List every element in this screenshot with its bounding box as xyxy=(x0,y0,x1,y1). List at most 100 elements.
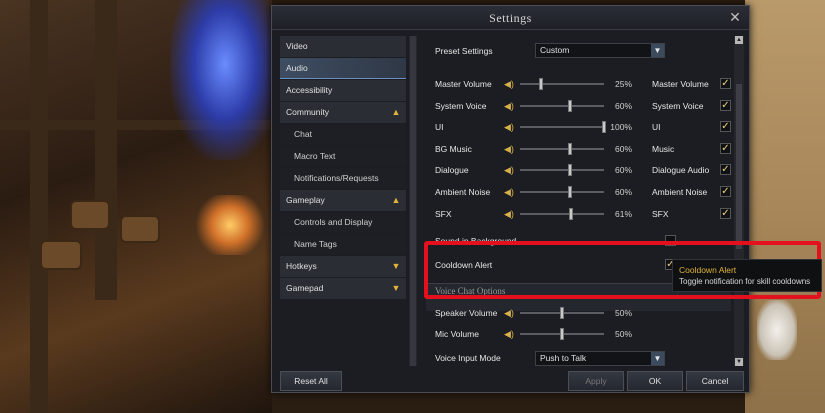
nav-item-community[interactable]: Community ▲ xyxy=(280,102,406,123)
volume-label: Dialogue xyxy=(435,165,469,176)
volume-value: 60% xyxy=(614,187,632,197)
preset-label: Preset Settings xyxy=(435,46,493,56)
speaker-icon[interactable]: ◀) xyxy=(504,144,516,154)
mute-checkbox[interactable]: ✓ xyxy=(720,142,731,154)
speaker-volume-row: Speaker Volume ◀) 50% xyxy=(427,304,732,322)
volume-value: 60% xyxy=(614,143,632,154)
slider-handle[interactable] xyxy=(560,328,564,340)
volume-slider[interactable] xyxy=(520,142,604,155)
nav-item-audio[interactable]: Audio xyxy=(280,58,406,79)
preset-select[interactable]: Custom ▼ xyxy=(535,43,665,58)
nav-item-label: Chat xyxy=(294,129,312,139)
speaker-volume-value: 50% xyxy=(614,308,632,318)
slider-handle[interactable] xyxy=(569,207,574,220)
mute-option-label: Music xyxy=(652,143,675,154)
portal-glow xyxy=(170,0,280,160)
volume-slider[interactable] xyxy=(520,186,604,198)
fire-glow xyxy=(195,195,265,255)
slider-handle[interactable] xyxy=(568,186,573,198)
nav-item-hotkeys[interactable]: Hotkeys ▼ xyxy=(280,256,406,277)
scene-right xyxy=(745,0,825,413)
cancel-button[interactable]: Cancel xyxy=(686,371,744,391)
chevron-down-icon[interactable]: ▼ xyxy=(390,282,402,294)
mute-checkbox[interactable]: ✓ xyxy=(720,121,731,133)
nav-item-label: Macro Text xyxy=(294,151,336,161)
nav-scrollbar[interactable] xyxy=(409,36,417,366)
reset-all-button[interactable]: Reset All xyxy=(280,371,342,391)
slider-handle[interactable] xyxy=(568,142,573,155)
volume-row: UI ◀) 100% UI ✓ xyxy=(427,118,732,136)
nav-item-gamepad[interactable]: Gamepad ▼ xyxy=(280,278,406,299)
close-icon[interactable]: ✕ xyxy=(727,9,743,25)
tooltip-description: Toggle notification for skill cooldowns xyxy=(679,277,811,286)
slider-handle[interactable] xyxy=(568,99,573,112)
volume-label: BG Music xyxy=(435,143,472,154)
mute-checkbox[interactable]: ✓ xyxy=(720,78,731,89)
mic-volume-row: Mic Volume ◀) 50% xyxy=(427,325,732,343)
volume-slider[interactable] xyxy=(520,207,604,220)
tooltip-title: Cooldown Alert xyxy=(679,265,737,275)
apply-button[interactable]: Apply xyxy=(568,371,624,391)
slider-handle[interactable] xyxy=(568,164,573,177)
mute-option-label: UI xyxy=(652,122,661,133)
volume-row: SFX ◀) 61% SFX ✓ xyxy=(427,205,732,223)
volume-label: Master Volume xyxy=(435,79,492,89)
voice-input-mode-select[interactable]: Push to Talk ▼ xyxy=(535,351,665,366)
scroll-thumb[interactable] xyxy=(736,84,742,249)
speaker-icon[interactable]: ◀) xyxy=(504,209,516,219)
nav-item-label: Gameplay xyxy=(286,195,325,205)
speaker-icon[interactable]: ◀) xyxy=(504,308,516,318)
chevron-up-icon[interactable]: ▲ xyxy=(390,194,402,206)
speaker-volume-slider[interactable] xyxy=(520,307,604,319)
speaker-icon[interactable]: ◀) xyxy=(504,165,516,175)
speaker-icon[interactable]: ◀) xyxy=(504,329,516,339)
voice-input-mode-row: Voice Input Mode Push to Talk ▼ xyxy=(427,349,732,367)
volume-label: System Voice xyxy=(435,100,487,111)
mic-volume-value: 50% xyxy=(614,329,632,339)
volume-value: 100% xyxy=(610,122,632,133)
mute-checkbox[interactable]: ✓ xyxy=(720,164,731,176)
nav-item-name-tags[interactable]: Name Tags xyxy=(280,234,406,255)
nav-item-accessibility[interactable]: Accessibility xyxy=(280,80,406,101)
dialog-title: Settings xyxy=(272,6,749,30)
volume-slider[interactable] xyxy=(520,99,604,112)
nav-item-gameplay[interactable]: Gameplay ▲ xyxy=(280,190,406,211)
settings-dialog: Settings ✕ Video Audio Accessibility Commun… xyxy=(271,5,750,393)
settings-nav: Video Audio Accessibility Community ▲ Chat Mac… xyxy=(280,36,406,358)
nav-item-macro-text[interactable]: Macro Text xyxy=(280,146,406,167)
speaker-icon[interactable]: ◀) xyxy=(504,122,516,132)
nav-item-notifications-requests[interactable]: Notifications/Requests xyxy=(280,168,406,189)
volume-label: Ambient Noise xyxy=(435,187,491,197)
scroll-down-icon[interactable]: ▼ xyxy=(735,358,743,366)
nav-item-controls-and-display[interactable]: Controls and Display xyxy=(280,212,406,233)
mute-option-label: Dialogue Audio xyxy=(652,165,710,176)
volume-label: UI xyxy=(435,122,444,133)
mute-option-label: SFX xyxy=(652,208,669,219)
mute-checkbox[interactable]: ✓ xyxy=(720,99,731,111)
speaker-icon[interactable]: ◀) xyxy=(504,187,516,197)
speaker-icon[interactable]: ◀) xyxy=(504,79,516,89)
chevron-down-icon[interactable]: ▼ xyxy=(390,260,402,272)
audio-settings-panel: Preset Settings Custom ▼ Master Volume ◀)… xyxy=(426,40,732,367)
mute-option-label: System Voice xyxy=(652,100,704,111)
speaker-icon[interactable]: ◀) xyxy=(504,101,516,111)
scroll-up-icon[interactable]: ▲ xyxy=(735,36,743,44)
volume-slider[interactable] xyxy=(520,164,604,177)
volume-row: Dialogue ◀) 60% Dialogue Audio ✓ xyxy=(427,161,732,179)
volume-slider[interactable] xyxy=(520,121,606,134)
chevron-up-icon[interactable]: ▲ xyxy=(390,106,402,118)
slider-handle[interactable] xyxy=(539,78,543,90)
ok-button[interactable]: OK xyxy=(627,371,683,391)
slider-handle[interactable] xyxy=(602,121,606,134)
mute-checkbox[interactable]: ✓ xyxy=(720,186,731,197)
panel-scrollbar[interactable]: ▲ ▼ xyxy=(734,36,744,366)
slider-handle[interactable] xyxy=(560,307,564,319)
mute-option-label: Master Volume xyxy=(652,79,709,89)
preset-row: Preset Settings Custom ▼ xyxy=(427,42,732,60)
mute-checkbox[interactable]: ✓ xyxy=(720,207,731,219)
speaker-volume-label: Speaker Volume xyxy=(435,308,498,318)
nav-item-video[interactable]: Video xyxy=(280,36,406,57)
nav-item-chat[interactable]: Chat xyxy=(280,124,406,145)
volume-slider[interactable] xyxy=(520,78,604,90)
mic-volume-slider[interactable] xyxy=(520,328,604,340)
